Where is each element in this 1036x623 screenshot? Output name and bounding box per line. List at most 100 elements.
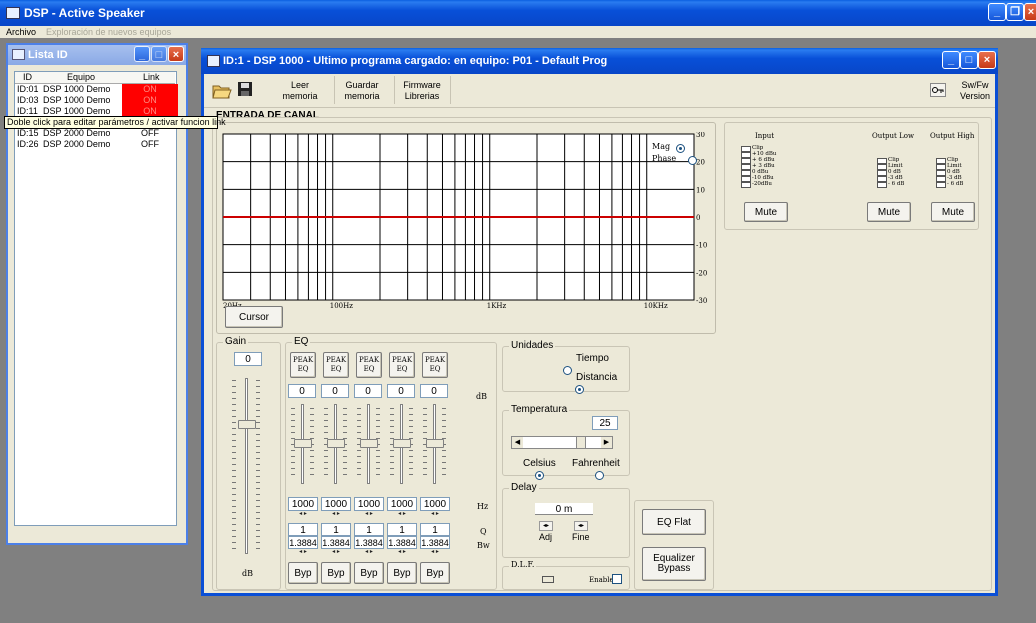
lista-maximize-button[interactable]: □	[151, 46, 167, 62]
eq-gain-field[interactable]: 0	[420, 384, 448, 398]
delay-value-field[interactable]: 0 m	[535, 503, 593, 515]
eq-bypass-button[interactable]: Byp	[321, 562, 351, 584]
col-id[interactable]: ID	[23, 72, 32, 83]
eq-bw-field[interactable]: 1.3884	[321, 536, 351, 549]
table-row[interactable]: ID:03 DSP 1000 Demo ON	[15, 95, 178, 106]
eq-bypass-button[interactable]: Byp	[288, 562, 318, 584]
eq-bw-field[interactable]: 1.3884	[354, 536, 384, 549]
table-row[interactable]: ID:26 DSP 2000 Demo OFF	[15, 139, 175, 150]
eq-gain-slider-thumb[interactable]	[327, 439, 345, 448]
gain-slider-track[interactable]	[245, 378, 248, 554]
restore-button[interactable]: ❐	[1006, 3, 1024, 21]
table-row[interactable]: ID:01 DSP 1000 Demo ON	[15, 84, 178, 95]
eq-freq-field[interactable]: 1000	[288, 497, 318, 511]
scroll-thumb[interactable]	[576, 437, 586, 448]
guardar-memoria-button[interactable]: Guardar memoria	[340, 80, 384, 102]
eq-q-field[interactable]: 1	[288, 523, 318, 536]
eq-bypass-button[interactable]: Byp	[420, 562, 450, 584]
scroll-right-arrow[interactable]: ▶	[601, 437, 612, 448]
save-disk-button[interactable]	[237, 81, 253, 97]
eq-gain-field[interactable]: 0	[354, 384, 382, 398]
menu-exploracion[interactable]: Exploración de nuevos equipos	[46, 26, 171, 38]
eq-gain-slider-thumb[interactable]	[360, 439, 378, 448]
eq-q-field[interactable]: 1	[321, 523, 351, 536]
distancia-radio[interactable]	[574, 384, 584, 394]
eq-freq-spinner[interactable]: ◂ ▸	[356, 511, 382, 518]
eq-gain-field[interactable]: 0	[387, 384, 415, 398]
row-link[interactable]: OFF	[122, 128, 178, 139]
eq-bw-field[interactable]: 1.3884	[420, 536, 450, 549]
tiempo-radio[interactable]	[563, 365, 572, 375]
eq-bypass-button[interactable]: Byp	[354, 562, 384, 584]
eq-q-field[interactable]: 1	[387, 523, 417, 536]
mag-radio[interactable]	[676, 143, 685, 153]
row-link[interactable]: ON	[122, 95, 178, 106]
minimize-button[interactable]: _	[988, 3, 1006, 21]
eq-bw-spinner[interactable]: ◂ ▸	[422, 549, 448, 556]
row-link[interactable]: OFF	[122, 139, 178, 150]
eq-freq-spinner[interactable]: ◂ ▸	[290, 511, 316, 518]
firmware-button[interactable]: Firmware Librerias	[400, 80, 444, 102]
version-button[interactable]: Sw/Fw Version	[958, 80, 992, 102]
equalizer-bypass-button[interactable]: Equalizer Bypass	[642, 547, 706, 581]
lista-close-button[interactable]: ×	[168, 46, 184, 62]
temperatura-value-field[interactable]: 25	[592, 416, 618, 430]
cursor-button[interactable]: Cursor	[225, 306, 283, 328]
dlf-enable-checkbox[interactable]	[612, 574, 622, 584]
dsp-maximize-button[interactable]: □	[960, 51, 978, 69]
eq-bw-spinner[interactable]: ◂ ▸	[356, 549, 382, 556]
dsp-minimize-button[interactable]: _	[942, 51, 960, 69]
toolbar-sep	[394, 76, 395, 104]
eq-gain-field[interactable]: 0	[288, 384, 316, 398]
eq-freq-field[interactable]: 1000	[354, 497, 384, 511]
celsius-radio[interactable]	[534, 470, 544, 480]
gain-slider-thumb[interactable]	[238, 420, 256, 429]
row-link[interactable]: ON	[122, 84, 178, 95]
close-button[interactable]: ×	[1024, 3, 1036, 21]
eq-q-field[interactable]: 1	[420, 523, 450, 536]
key-button[interactable]	[930, 83, 946, 97]
eq-q-field[interactable]: 1	[354, 523, 384, 536]
eq-gain-slider-thumb[interactable]	[426, 439, 444, 448]
eq-freq-spinner[interactable]: ◂ ▸	[389, 511, 415, 518]
peak-eq-button[interactable]: PEAK EQ	[356, 352, 382, 378]
eq-gain-field[interactable]: 0	[321, 384, 349, 398]
eq-bw-field[interactable]: 1.3884	[387, 536, 417, 549]
eq-bw-field[interactable]: 1.3884	[288, 536, 318, 549]
mute-input-button[interactable]: Mute	[744, 202, 788, 222]
peak-eq-button[interactable]: PEAK EQ	[422, 352, 448, 378]
eq-freq-spinner[interactable]: ◂ ▸	[323, 511, 349, 518]
open-folder-button[interactable]	[212, 81, 232, 99]
mute-output-high-button[interactable]: Mute	[931, 202, 975, 222]
eq-flat-button[interactable]: EQ Flat	[642, 509, 706, 535]
col-equipo[interactable]: Equipo	[67, 72, 95, 83]
eq-bypass-button[interactable]: Byp	[387, 562, 417, 584]
col-link[interactable]: Link	[143, 72, 160, 83]
eq-gain-slider-thumb[interactable]	[393, 439, 411, 448]
key-icon	[932, 87, 944, 93]
eq-bw-spinner[interactable]: ◂ ▸	[389, 549, 415, 556]
peak-eq-button[interactable]: PEAK EQ	[290, 352, 316, 378]
eq-gain-slider-thumb[interactable]	[294, 439, 312, 448]
mute-output-low-button[interactable]: Mute	[867, 202, 911, 222]
eq-freq-field[interactable]: 1000	[420, 497, 450, 511]
gain-value-field[interactable]: 0	[234, 352, 262, 366]
eq-freq-spinner[interactable]: ◂ ▸	[422, 511, 448, 518]
scroll-left-arrow[interactable]: ◀	[512, 437, 523, 448]
lista-minimize-button[interactable]: _	[134, 46, 150, 62]
adj-spinner[interactable]: ◂▸	[539, 521, 553, 531]
dsp-close-button[interactable]: ×	[978, 51, 996, 69]
response-graph[interactable]: 3020100-10-20-3020Hz 100Hz 1KHz 10KHz	[221, 132, 721, 308]
eq-bw-spinner[interactable]: ◂ ▸	[323, 549, 349, 556]
eq-freq-field[interactable]: 1000	[321, 497, 351, 511]
phase-radio[interactable]	[687, 155, 697, 165]
table-row[interactable]: ID:15 DSP 2000 Demo OFF	[15, 128, 175, 139]
menu-archivo[interactable]: Archivo	[6, 26, 36, 38]
temperatura-scrollbar[interactable]: ◀ ▶	[511, 436, 613, 449]
peak-eq-button[interactable]: PEAK EQ	[323, 352, 349, 378]
fine-spinner[interactable]: ◂▸	[574, 521, 588, 531]
peak-eq-button[interactable]: PEAK EQ	[389, 352, 415, 378]
eq-bw-spinner[interactable]: ◂ ▸	[290, 549, 316, 556]
leer-memoria-button[interactable]: Leer memoria	[280, 80, 320, 102]
eq-freq-field[interactable]: 1000	[387, 497, 417, 511]
